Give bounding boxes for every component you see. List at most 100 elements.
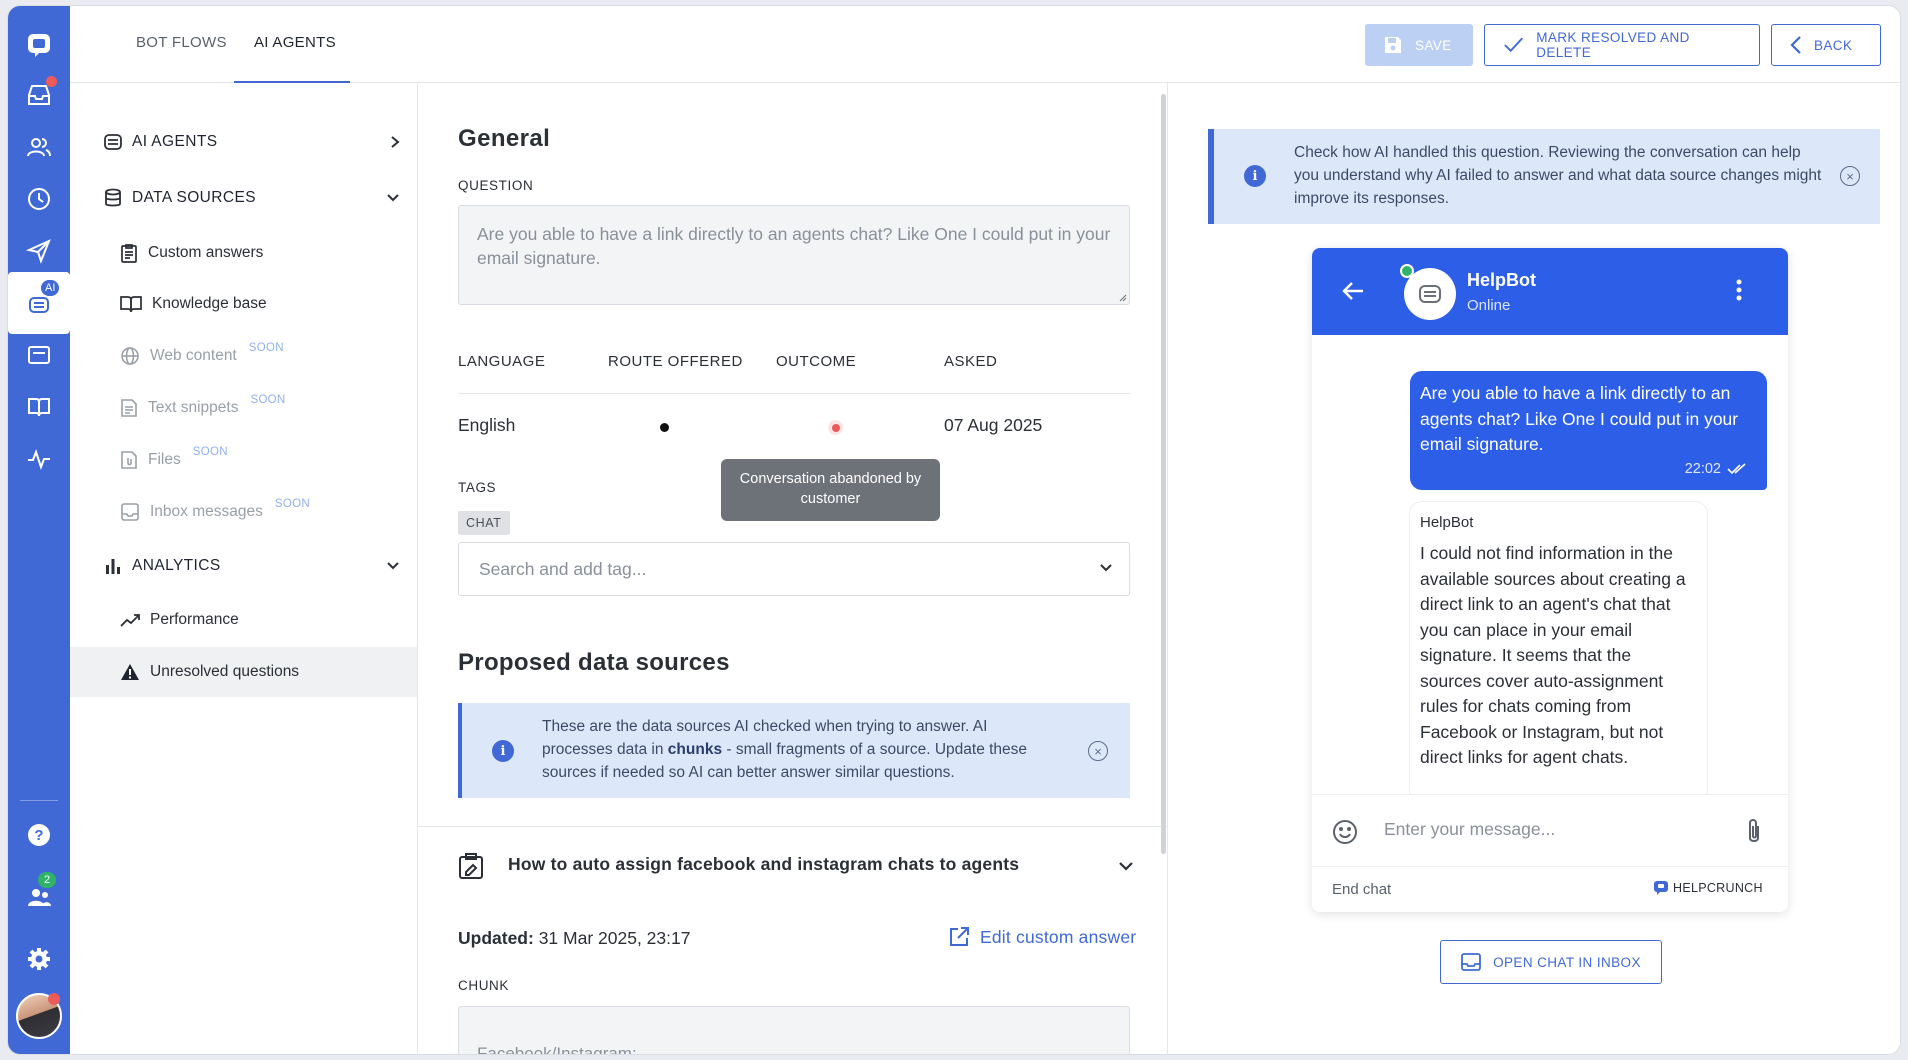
language-value: English [458, 415, 516, 435]
bot-message: HelpBot I could not find information in … [1410, 502, 1707, 802]
sidebar-item-web-content[interactable]: Web content SOON [120, 341, 284, 371]
file-attachment-icon [121, 451, 137, 469]
question-text: Are you able to have a link directly to … [477, 224, 1111, 268]
open-chat-label: OPEN CHAT IN INBOX [1493, 954, 1641, 970]
chat-input-bar: Enter your message... [1312, 794, 1788, 866]
chevron-left-icon [1790, 36, 1801, 54]
warning-icon [121, 664, 139, 680]
top-header: BOT FLOWS AI AGENTS SAVE MARK RESOLVED A… [70, 6, 1900, 84]
emoji-icon[interactable] [1332, 819, 1358, 845]
soon-badge: SOON [274, 498, 310, 510]
sidebar-item-unresolved-questions[interactable]: Unresolved questions [120, 657, 299, 687]
dismiss-info-icon[interactable]: × [1840, 166, 1860, 186]
resize-handle-icon[interactable] [1117, 292, 1127, 302]
user-message: Are you able to have a link directly to … [1410, 371, 1767, 490]
activity-icon[interactable] [8, 428, 70, 490]
route-offered-indicator [660, 423, 669, 432]
sidebar-section-analytics[interactable]: ANALYTICS [104, 551, 400, 581]
sidebar-item-knowledge-base[interactable]: Knowledge base [120, 289, 267, 319]
outcome-tooltip: Conversation abandoned by customer [721, 459, 940, 521]
chevron-down-icon[interactable] [1118, 861, 1134, 872]
sidebar-item-custom-answers[interactable]: Custom answers [120, 238, 263, 268]
chat-preview: HelpBot Online Are you able to have a li… [1312, 248, 1788, 912]
updated-info: Updated: 31 Mar 2025, 23:17 [458, 928, 691, 948]
bot-icon [1419, 285, 1441, 303]
save-button[interactable]: SAVE [1365, 24, 1473, 66]
soon-badge: SOON [250, 394, 286, 406]
book-icon [120, 296, 142, 313]
soon-badge: SOON [248, 342, 284, 354]
sidebar-section-data-sources[interactable]: DATA SOURCES [104, 183, 400, 213]
message-time: 22:02 [1685, 457, 1747, 483]
chat-header: HelpBot Online [1312, 248, 1788, 335]
save-icon [1385, 37, 1401, 53]
sidebar-section-ai-agents[interactable]: AI AGENTS [104, 127, 400, 157]
sidebar-item-label: Web content [150, 347, 237, 364]
chevron-down-icon [387, 562, 399, 570]
mark-resolved-button[interactable]: MARK RESOLVED AND DELETE [1484, 24, 1760, 66]
trend-up-icon [120, 614, 140, 627]
sidebar-item-label: Text snippets [148, 399, 239, 416]
settings-icon[interactable] [8, 928, 70, 990]
column-language: LANGUAGE [458, 353, 546, 370]
sidebar-item-performance[interactable]: Performance [120, 605, 239, 635]
ai-badge: AI [41, 280, 60, 296]
tab-ai-agents[interactable]: AI AGENTS [254, 34, 336, 51]
save-label: SAVE [1415, 37, 1452, 53]
clipboard-icon [121, 244, 137, 263]
general-heading: General [458, 125, 551, 152]
sidebar-item-label: Knowledge base [152, 295, 267, 312]
external-edit-icon [950, 927, 969, 946]
bot-status: Online [1467, 297, 1511, 314]
proposed-sources-info: i These are the data sources AI checked … [458, 703, 1130, 798]
sidebar-item-text-snippets[interactable]: Text snippets SOON [120, 393, 286, 423]
open-chat-in-inbox-button[interactable]: OPEN CHAT IN INBOX [1440, 940, 1662, 984]
sidebar-item-label: Custom answers [148, 244, 264, 261]
chevron-down-icon[interactable] [1099, 563, 1113, 573]
sidebar-item-label: Performance [150, 611, 239, 628]
inbox-tray-icon [121, 503, 139, 521]
data-source-title[interactable]: How to auto assign facebook and instagra… [508, 854, 1019, 875]
chunk-text: Facebook/Instagram: To assign all chats … [477, 1044, 637, 1054]
brand-logo: HELPCRUNCH [1654, 881, 1763, 895]
globe-icon [121, 347, 139, 365]
tag-search-input[interactable]: Search and add tag... [458, 542, 1130, 596]
check-icon [1504, 37, 1523, 53]
question-textarea[interactable]: Are you able to have a link directly to … [458, 205, 1130, 305]
end-chat-link[interactable]: End chat [1332, 881, 1391, 898]
proposed-info-text: These are the data sources AI checked wh… [542, 718, 1028, 781]
dismiss-info-icon[interactable]: × [1088, 741, 1108, 761]
message-input[interactable]: Enter your message... [1384, 819, 1555, 840]
more-options-icon[interactable] [1736, 278, 1742, 302]
sidebar-item-label: Inbox messages [150, 503, 263, 520]
bot-name: HelpBot [1467, 270, 1536, 290]
conversation-review-panel: i Check how AI handled this question. Re… [1168, 83, 1900, 1054]
app-window: AI ? 2 BOT FLOWS AI AGENTS SAVE MARK RES… [8, 6, 1900, 1054]
rail-separator [20, 800, 58, 801]
tab-bot-flows[interactable]: BOT FLOWS [136, 34, 227, 51]
team-badge: 2 [38, 872, 56, 888]
help-icon[interactable]: ? [8, 804, 70, 866]
back-arrow-icon[interactable] [1342, 281, 1364, 301]
edit-custom-answer-label: Edit custom answer [980, 926, 1137, 947]
team-icon[interactable]: 2 [8, 866, 70, 928]
question-label: QUESTION [458, 178, 534, 193]
table-divider [458, 393, 1130, 394]
back-button[interactable]: BACK [1771, 24, 1881, 66]
attachment-icon[interactable] [1746, 817, 1762, 845]
online-status-dot [1400, 264, 1414, 278]
tag-chip[interactable]: CHAT [458, 511, 510, 535]
bot-message-text: I could not find information in the avai… [1420, 543, 1686, 767]
edit-custom-answer-link[interactable]: Edit custom answer [948, 926, 1136, 948]
chunk-textarea[interactable]: Facebook/Instagram: To assign all chats … [458, 1006, 1130, 1054]
review-info-text: Check how AI handled this question. Revi… [1294, 144, 1822, 207]
outcome-indicator[interactable] [828, 420, 843, 435]
helpcrunch-logo-icon [1654, 881, 1668, 895]
chat-footer: End chat HELPCRUNCH [1312, 866, 1788, 912]
section-divider [418, 826, 1167, 827]
chevron-down-icon [387, 194, 399, 202]
sidebar-item-inbox-messages[interactable]: Inbox messages SOON [120, 497, 310, 527]
sidebar-item-files[interactable]: Files SOON [120, 445, 228, 475]
chunk-label: CHUNK [458, 978, 510, 993]
middle-scrollbar[interactable] [1161, 94, 1166, 854]
